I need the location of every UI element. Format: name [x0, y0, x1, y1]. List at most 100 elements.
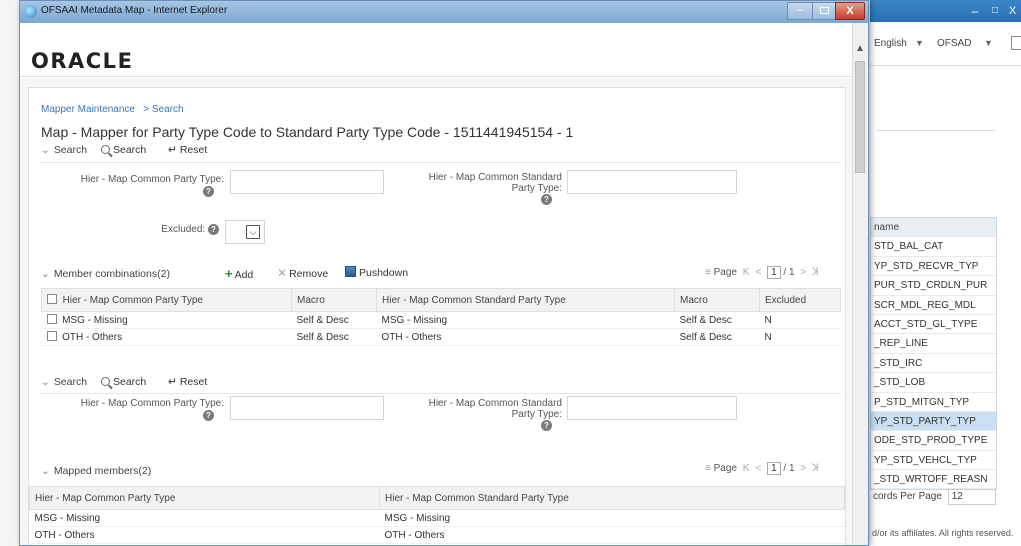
list-item[interactable]: _REP_LINE [871, 334, 996, 354]
remove-button[interactable]: ✕ Remove [277, 266, 328, 280]
column-header[interactable]: Excluded [759, 288, 841, 312]
first-page-icon[interactable]: K [743, 267, 750, 278]
first-page-icon[interactable]: K [743, 463, 750, 474]
table-cell: Self & Desc [291, 328, 377, 346]
cell-text: MSG - Missing [62, 315, 128, 326]
list-item[interactable]: _STD_LOB [871, 373, 996, 393]
minimize-button[interactable]: – [787, 2, 813, 20]
language-selector[interactable]: English [874, 38, 907, 49]
last-page-icon[interactable]: ꓘ [812, 463, 819, 474]
column-header[interactable]: Macro [674, 288, 760, 312]
search-button[interactable]: Search [101, 376, 146, 388]
scrollbar-thumb[interactable] [855, 61, 865, 173]
remove-button-label: Remove [289, 268, 329, 280]
member-combinations-toggle[interactable]: ⌄ Member combinations(2) [41, 268, 170, 280]
party-type-label: Hier - Map Common Party Type: ? [47, 174, 224, 197]
column-header[interactable]: Hier - Map Common Standard Party Type [376, 288, 675, 312]
search-section-label: Search [53, 376, 88, 388]
column-header-label: Hier - Map Common Party Type [62, 295, 203, 306]
records-per-page-label: cords Per Page [873, 491, 942, 502]
chevron-down-icon[interactable]: ▼ [984, 38, 993, 48]
background-close-button[interactable]: X [1004, 4, 1021, 18]
last-page-icon[interactable]: ꓘ [812, 267, 819, 278]
table-cell: Self & Desc [674, 328, 760, 346]
column-header[interactable]: Macro [291, 288, 377, 312]
search-button[interactable]: Search [101, 144, 146, 156]
help-icon[interactable]: ? [203, 410, 214, 421]
list-item[interactable]: ODE_STD_PROD_TYPE [871, 431, 996, 451]
table-cell: N [759, 311, 841, 329]
reset-button[interactable]: ↵ Reset [168, 376, 207, 388]
prev-page-icon[interactable]: < [755, 463, 761, 474]
help-icon[interactable]: ? [208, 224, 219, 235]
help-icon[interactable]: ? [203, 186, 214, 197]
list-item[interactable]: _STD_IRC [871, 354, 996, 374]
list-item[interactable]: _STD_WRTOFF_REASN [871, 470, 996, 490]
standard-party-type-label-line1: Hier - Map Common Standard [428, 172, 562, 183]
help-icon[interactable]: ? [541, 194, 552, 205]
column-header[interactable]: Hier - Map Common Party Type [41, 288, 292, 312]
toolbar-icon[interactable] [1011, 36, 1021, 50]
next-page-icon[interactable]: > [800, 463, 806, 474]
list-item[interactable]: PUR_STD_CRDLN_PUR [871, 276, 996, 296]
column-header[interactable]: Hier - Map Common Standard Party Type [379, 486, 845, 510]
search-section-toggle[interactable]: ⌄ Search [41, 376, 87, 388]
member-combinations-title: Member combinations(2) [53, 268, 170, 280]
plus-icon: + [225, 266, 233, 281]
table-cell: MSG - Missing [376, 311, 675, 329]
background-minimize-button[interactable]: – [964, 4, 986, 18]
records-per-page-input[interactable]: 12 [947, 489, 996, 505]
user-selector[interactable]: OFSAD [937, 38, 971, 49]
standard-party-type-input[interactable] [567, 396, 737, 420]
excluded-select[interactable]: ⌵ [225, 220, 265, 244]
add-button[interactable]: + Add [225, 266, 253, 281]
scroll-up-icon[interactable]: ▲ [852, 43, 868, 57]
table-cell: Self & Desc [291, 311, 377, 329]
table-cell: MSG - Missing [29, 509, 380, 527]
oracle-logo: ORACLE [31, 49, 134, 73]
member-combinations-pager: ≡ Page K < 1 / 1 > ꓘ [705, 266, 822, 279]
pager-label: Page [713, 267, 737, 278]
prev-page-icon[interactable]: < [755, 267, 761, 278]
page-number-input[interactable]: 1 [767, 266, 781, 279]
row-checkbox[interactable] [46, 331, 57, 341]
pushdown-button[interactable]: Pushdown [345, 266, 408, 279]
list-item[interactable]: YP_STD_VEHCL_TYP [871, 451, 996, 471]
list-item[interactable]: YP_STD_RECVR_TYP [871, 257, 996, 277]
add-button-label: Add [234, 269, 254, 281]
chevron-down-icon[interactable]: ▼ [915, 38, 924, 48]
reset-button[interactable]: ↵ Reset [168, 144, 207, 156]
mapped-members-toggle[interactable]: ⌄ Mapped members(2) [41, 465, 151, 477]
table-row[interactable]: MSG - Missing Self & Desc MSG - Missing Sel… [41, 311, 841, 329]
next-page-icon[interactable]: > [800, 267, 806, 278]
window-titlebar: OFSAAI Metadata Map - Internet Explorer … [20, 1, 868, 23]
row-checkbox[interactable] [46, 314, 57, 324]
select-all-checkbox[interactable] [47, 294, 57, 304]
breadcrumb-mapper-maintenance[interactable]: Mapper Maintenance [41, 104, 135, 115]
mapped-members-table: Hier - Map Common Party Type Hier - Map … [29, 486, 845, 544]
excluded-label: Excluded: ? [89, 224, 219, 235]
party-type-input[interactable] [230, 170, 384, 194]
standard-party-type-label: Hier - Map Common Standard Party Type: ? [389, 398, 562, 431]
member-combinations-table: Hier - Map Common Party Type Macro Hier … [41, 288, 841, 346]
maximize-button[interactable] [812, 2, 836, 20]
list-header: name [871, 218, 996, 238]
background-maximize-button[interactable]: □ [988, 4, 1002, 18]
party-type-input[interactable] [230, 396, 384, 420]
close-button[interactable]: X [835, 2, 865, 20]
search-section-toggle[interactable]: ⌄ Search [41, 144, 87, 156]
list-item[interactable]: P_STD_MITGN_TYP [871, 393, 996, 412]
table-cell: OTH - Others [379, 526, 845, 544]
table-row[interactable]: OTH - Others Self & Desc OTH - Others Self … [41, 328, 841, 346]
help-icon[interactable]: ? [541, 420, 552, 431]
breadcrumb-search[interactable]: Search [152, 104, 184, 115]
list-item[interactable]: STD_BAL_CAT [871, 237, 996, 257]
column-header[interactable]: Hier - Map Common Party Type [29, 486, 380, 510]
standard-party-type-input[interactable] [567, 170, 737, 194]
list-item[interactable]: SCR_MDL_REG_MDL [871, 296, 996, 315]
table-row[interactable]: MSG - Missing MSG - Missing [29, 509, 845, 527]
list-item[interactable]: YP_STD_PARTY_TYP [871, 411, 996, 432]
page-number-input[interactable]: 1 [767, 462, 781, 475]
table-row[interactable]: OTH - Others OTH - Others [29, 526, 845, 544]
list-item[interactable]: ACCT_STD_GL_TYPE [871, 315, 996, 335]
